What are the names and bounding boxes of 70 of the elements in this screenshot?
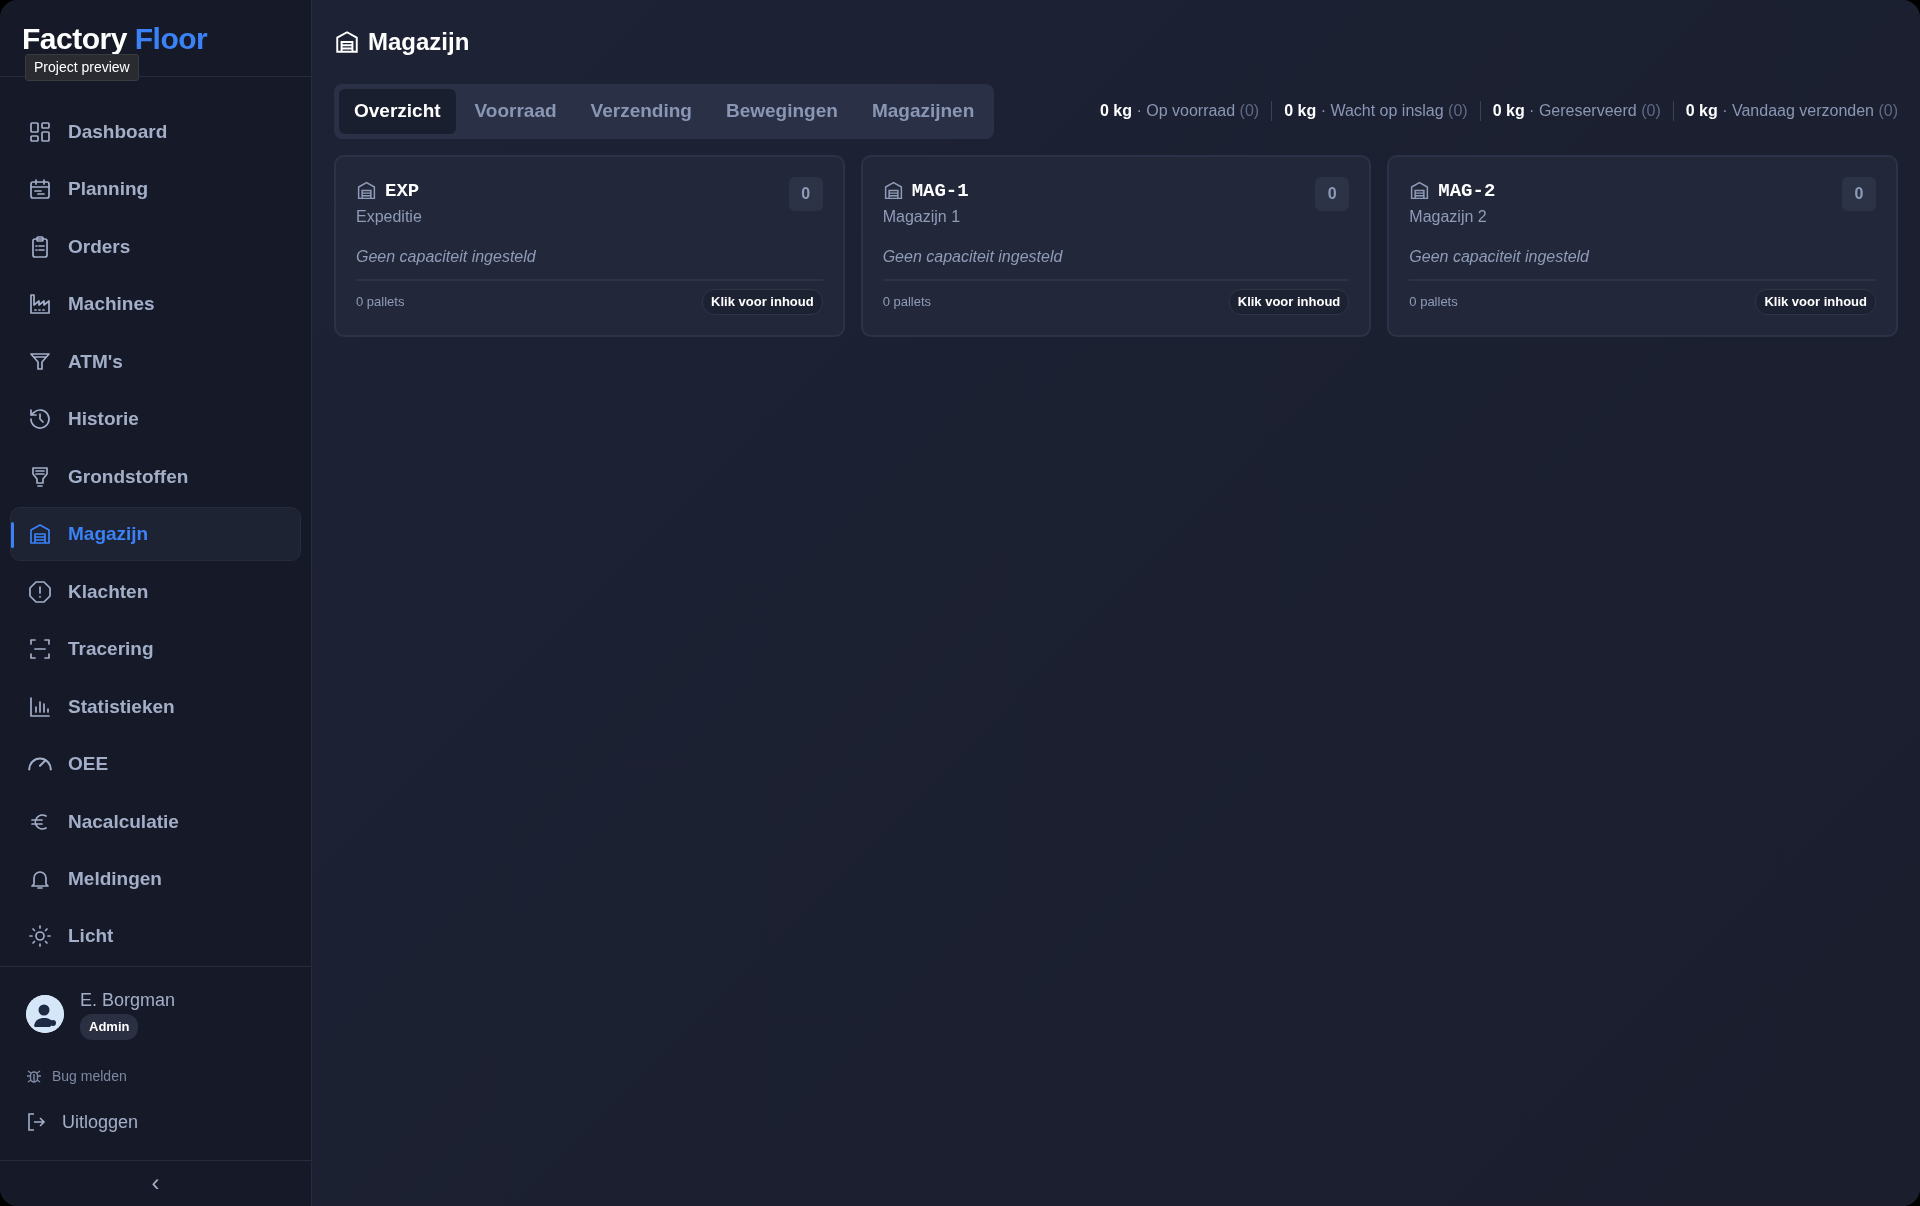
warehouse-code: MAG-2 bbox=[1438, 178, 1496, 204]
stat-summary: 0 kg · Op voorraad (0) bbox=[1100, 101, 1260, 122]
tab[interactable]: Magazijnen bbox=[856, 89, 990, 134]
tab[interactable]: Overzicht bbox=[339, 89, 456, 134]
capacity-note: Geen capaciteit ingesteld bbox=[882, 245, 1350, 281]
nav-item[interactable]: Orders bbox=[10, 219, 301, 274]
warehouse-card[interactable]: EXP Expeditie 0 Geen capaciteit ingesteld 0 pallets Klik voor inhoud bbox=[334, 154, 845, 337]
nav-item[interactable]: Statistieken bbox=[10, 679, 301, 734]
stat-summary: 0 kg · Wacht op inslag (0) bbox=[1284, 101, 1468, 122]
tab[interactable]: Verzending bbox=[575, 89, 707, 134]
grid-icon bbox=[28, 119, 52, 144]
capacity-note: Geen capaciteit ingesteld bbox=[356, 245, 823, 281]
pallet-count: 0 pallets bbox=[882, 293, 932, 311]
logo: Factory Floor bbox=[22, 22, 208, 55]
logout-link[interactable]: Uitloggen bbox=[62, 1108, 139, 1136]
tooltip: Project preview bbox=[25, 54, 139, 81]
user-name: E. Borgman bbox=[80, 989, 176, 1013]
alert-icon bbox=[28, 579, 52, 604]
bar-chart-icon bbox=[28, 694, 52, 719]
sun-icon bbox=[28, 924, 52, 949]
collapse-button[interactable]: ‹ bbox=[151, 1165, 160, 1202]
stat-summary: 0 kg · Vandaag verzonden (0) bbox=[1685, 101, 1898, 122]
warehouse-icon bbox=[882, 180, 904, 202]
nav-item[interactable]: Planning bbox=[10, 162, 301, 217]
nav-item[interactable]: ATM's bbox=[10, 334, 301, 389]
count-badge: 0 bbox=[1841, 176, 1876, 211]
warehouse-icon bbox=[1409, 180, 1431, 202]
pallet-count: 0 pallets bbox=[1409, 293, 1458, 311]
page-title: Magazijn bbox=[368, 27, 470, 57]
warehouse-name: Magazijn 2 bbox=[1409, 207, 1488, 227]
gauge-icon bbox=[28, 757, 52, 772]
nav-item[interactable]: Machines bbox=[10, 277, 301, 332]
scan-icon bbox=[28, 637, 52, 662]
warehouse-card[interactable]: MAG-2 Magazijn 2 0 Geen capaciteit ingesteld 0 pallets Klik voor inhoud bbox=[1387, 154, 1898, 337]
nav-item[interactable]: Licht bbox=[10, 909, 301, 964]
warehouse-icon bbox=[334, 29, 360, 55]
history-icon bbox=[28, 407, 52, 432]
nav-item[interactable]: Tracering bbox=[10, 622, 301, 677]
warehouse-name: Magazijn 1 bbox=[882, 207, 962, 227]
nav-item[interactable]: Klachten bbox=[10, 564, 301, 619]
factory-icon bbox=[28, 292, 52, 317]
count-badge: 0 bbox=[788, 176, 823, 211]
bug-report-link[interactable]: Bug melden bbox=[52, 1065, 127, 1087]
user-avatar bbox=[26, 994, 64, 1033]
warehouse-name: Expeditie bbox=[356, 207, 422, 227]
nav-item[interactable]: Magazijn bbox=[10, 507, 301, 562]
nav-item[interactable]: Grondstoffen bbox=[10, 449, 301, 504]
warehouse-icon bbox=[28, 522, 52, 547]
bug-icon bbox=[26, 1068, 42, 1085]
open-contents-button[interactable]: Klik voor inhoud bbox=[1228, 289, 1350, 315]
open-contents-button[interactable]: Klik voor inhoud bbox=[702, 289, 823, 315]
tab[interactable]: Voorraad bbox=[459, 89, 572, 134]
nav-item[interactable]: OEE bbox=[10, 737, 301, 792]
pallet-count: 0 pallets bbox=[356, 293, 405, 311]
nav-item[interactable]: Dashboard bbox=[10, 104, 301, 159]
count-badge: 0 bbox=[1315, 176, 1350, 211]
nav-item[interactable]: Nacalculatie bbox=[10, 794, 301, 849]
warehouse-card[interactable]: MAG-1 Magazijn 1 0 Geen capaciteit ingesteld 0 pallets Klik voor inhoud bbox=[860, 154, 1372, 337]
warehouse-icon bbox=[356, 180, 377, 202]
capacity-note: Geen capaciteit ingesteld bbox=[1409, 245, 1876, 281]
calendar-icon bbox=[28, 177, 52, 202]
warehouse-code: MAG-1 bbox=[911, 178, 969, 204]
tab[interactable]: Bewegingen bbox=[710, 89, 853, 134]
stat-summary: 0 kg · Gereserveerd (0) bbox=[1492, 101, 1661, 122]
nav-item[interactable]: Meldingen bbox=[10, 852, 301, 907]
role-badge: Admin bbox=[80, 1014, 139, 1040]
nav-item[interactable]: Historie bbox=[10, 392, 301, 447]
warehouse-code: EXP bbox=[385, 178, 420, 204]
logout-icon bbox=[26, 1112, 46, 1133]
open-contents-button[interactable]: Klik voor inhoud bbox=[1755, 289, 1876, 315]
